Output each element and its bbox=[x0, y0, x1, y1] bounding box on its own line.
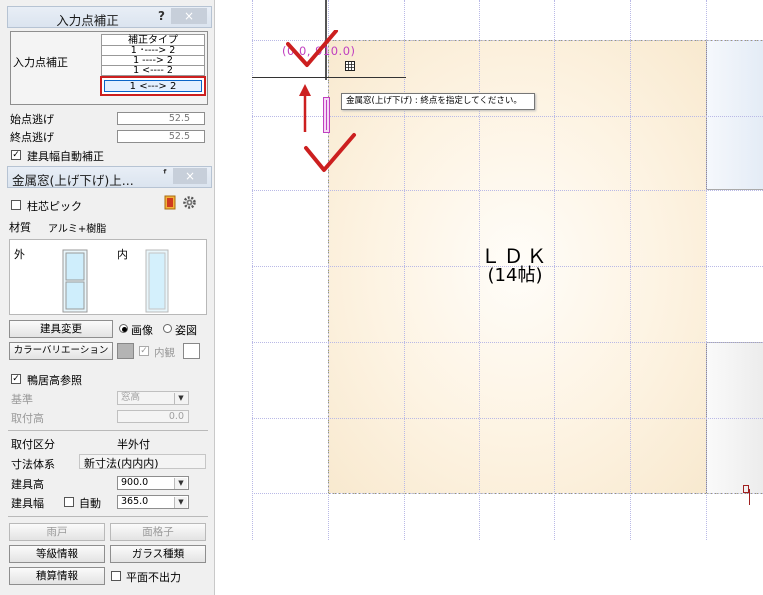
left-panel: 入力点補正 ? × 入力点補正 補正タイプ 1 ･----> 2 1 ---->… bbox=[0, 0, 215, 595]
fitting-height-value: 900.0 bbox=[121, 477, 149, 488]
auto-width-checkbox[interactable]: ✓ bbox=[11, 150, 21, 160]
grade-info-button[interactable]: 等級情報 bbox=[9, 545, 105, 563]
interior-view-checkbox[interactable]: ✓ bbox=[139, 346, 149, 356]
check-mark-bottom bbox=[304, 133, 356, 172]
mount-type-label: 取付区分 bbox=[11, 438, 55, 451]
window-dialog-titlebar[interactable]: 金属窓(上げ下げ)上... ᶠ × bbox=[7, 166, 212, 188]
correction-dialog-title: 入力点補正 bbox=[56, 13, 119, 28]
end-offset-label: 終点逃げ bbox=[10, 131, 54, 144]
marker-line bbox=[749, 489, 763, 505]
inner-label: 内 bbox=[117, 248, 128, 261]
mount-height-input[interactable]: 0.0 bbox=[117, 410, 189, 423]
window-interior-preview bbox=[145, 249, 169, 313]
start-offset-input[interactable]: 52.5 bbox=[117, 112, 205, 125]
correction-option[interactable]: 1 ----> 2 bbox=[101, 56, 205, 66]
window-dialog-title: 金属窓(上げ下げ)上... bbox=[12, 173, 134, 188]
door-icon[interactable] bbox=[164, 195, 178, 210]
grille-button[interactable]: 面格子 bbox=[110, 523, 206, 541]
divider bbox=[8, 430, 208, 431]
base-label: 基準 bbox=[11, 393, 33, 406]
room-name: ＬＤＫ bbox=[480, 244, 550, 268]
base-select[interactable]: 窓高 ▼ bbox=[117, 391, 189, 405]
pillar-pick-checkbox[interactable] bbox=[11, 200, 21, 210]
correction-type-header: 補正タイプ bbox=[101, 34, 205, 46]
pin-icon[interactable]: ᶠ bbox=[163, 167, 167, 180]
help-icon[interactable]: ? bbox=[158, 9, 165, 23]
correction-table: 入力点補正 補正タイプ 1 ･----> 2 1 ----> 2 1 <----… bbox=[10, 31, 208, 105]
material-label: 材質 bbox=[9, 221, 31, 234]
radio-image-label: 画像 bbox=[131, 324, 153, 337]
radio-image[interactable] bbox=[119, 324, 128, 333]
color-variation-button[interactable]: カラーバリエーション bbox=[9, 342, 113, 360]
divider bbox=[8, 516, 208, 517]
glass-type-button[interactable]: ガラス種類 bbox=[110, 545, 206, 563]
no-plan-output-label: 平面不出力 bbox=[126, 571, 181, 584]
close-icon[interactable]: × bbox=[171, 8, 207, 24]
room-size: (14帖) bbox=[487, 265, 543, 286]
start-offset-label: 始点逃げ bbox=[10, 113, 54, 126]
dimension-system-value: 新寸法(内内内) bbox=[79, 454, 206, 470]
auto-checkbox[interactable] bbox=[64, 497, 74, 507]
material-value: アルミ+樹脂 bbox=[48, 224, 107, 235]
exterior-color-swatch[interactable] bbox=[117, 343, 134, 359]
gear-icon[interactable] bbox=[182, 195, 197, 210]
preview-box: 外 内 bbox=[9, 239, 207, 315]
change-fitting-button[interactable]: 建具変更 bbox=[9, 320, 113, 338]
fitting-width-label: 建具幅 bbox=[11, 497, 44, 510]
mount-height-label: 取付高 bbox=[11, 412, 44, 425]
up-arrow-head bbox=[299, 84, 311, 96]
fitting-height-label: 建具高 bbox=[11, 478, 44, 491]
correction-option[interactable]: 1 ･----> 2 bbox=[101, 46, 205, 56]
lintel-ref-label: 鴨居高参照 bbox=[27, 374, 82, 387]
check-mark-top bbox=[286, 30, 338, 67]
chevron-down-icon: ▼ bbox=[174, 478, 187, 489]
highlight-frame: 1 <---> 2 bbox=[100, 76, 206, 96]
end-offset-input[interactable]: 52.5 bbox=[117, 130, 205, 143]
chevron-down-icon: ▼ bbox=[174, 393, 187, 404]
correction-option[interactable]: 1 <---- 2 bbox=[101, 66, 205, 76]
drawing-canvas[interactable]: (0.0, 910.0) 金属窓(上げ下げ) : 終点を指定してください。 ＬＤ… bbox=[216, 0, 763, 595]
lintel-ref-checkbox[interactable]: ✓ bbox=[11, 374, 21, 384]
window-exterior-preview bbox=[62, 249, 88, 313]
fitting-width-select[interactable]: 365.0 ▼ bbox=[117, 495, 189, 509]
shutter-button[interactable]: 雨戸 bbox=[9, 523, 105, 541]
no-plan-output-checkbox[interactable] bbox=[111, 571, 121, 581]
annotation-arrows bbox=[286, 30, 356, 172]
correction-row-label: 入力点補正 bbox=[13, 56, 68, 69]
interior-color-swatch[interactable] bbox=[183, 343, 200, 359]
mount-type-value: 半外付 bbox=[117, 438, 150, 451]
radio-figure[interactable] bbox=[163, 324, 172, 333]
fitting-width-value: 365.0 bbox=[121, 496, 149, 507]
auto-width-label: 建具幅自動補正 bbox=[27, 150, 104, 163]
radio-figure-label: 姿図 bbox=[175, 324, 197, 337]
dimension-system-label: 寸法体系 bbox=[11, 458, 55, 471]
close-icon[interactable]: × bbox=[173, 168, 207, 184]
correction-dialog-titlebar[interactable]: 入力点補正 ? × bbox=[7, 6, 212, 28]
estimate-info-button[interactable]: 積算情報 bbox=[9, 567, 105, 585]
pillar-pick-label: 柱芯ピック bbox=[27, 200, 82, 213]
chevron-down-icon: ▼ bbox=[174, 497, 187, 508]
fitting-height-select[interactable]: 900.0 ▼ bbox=[117, 476, 189, 490]
correction-option-selected[interactable]: 1 <---> 2 bbox=[104, 80, 202, 92]
base-select-value: 窓高 bbox=[121, 392, 141, 403]
adjacent-room-upper[interactable] bbox=[706, 40, 763, 190]
auto-label: 自動 bbox=[79, 497, 101, 510]
outer-label: 外 bbox=[14, 248, 25, 261]
interior-view-label: 内観 bbox=[154, 347, 175, 359]
